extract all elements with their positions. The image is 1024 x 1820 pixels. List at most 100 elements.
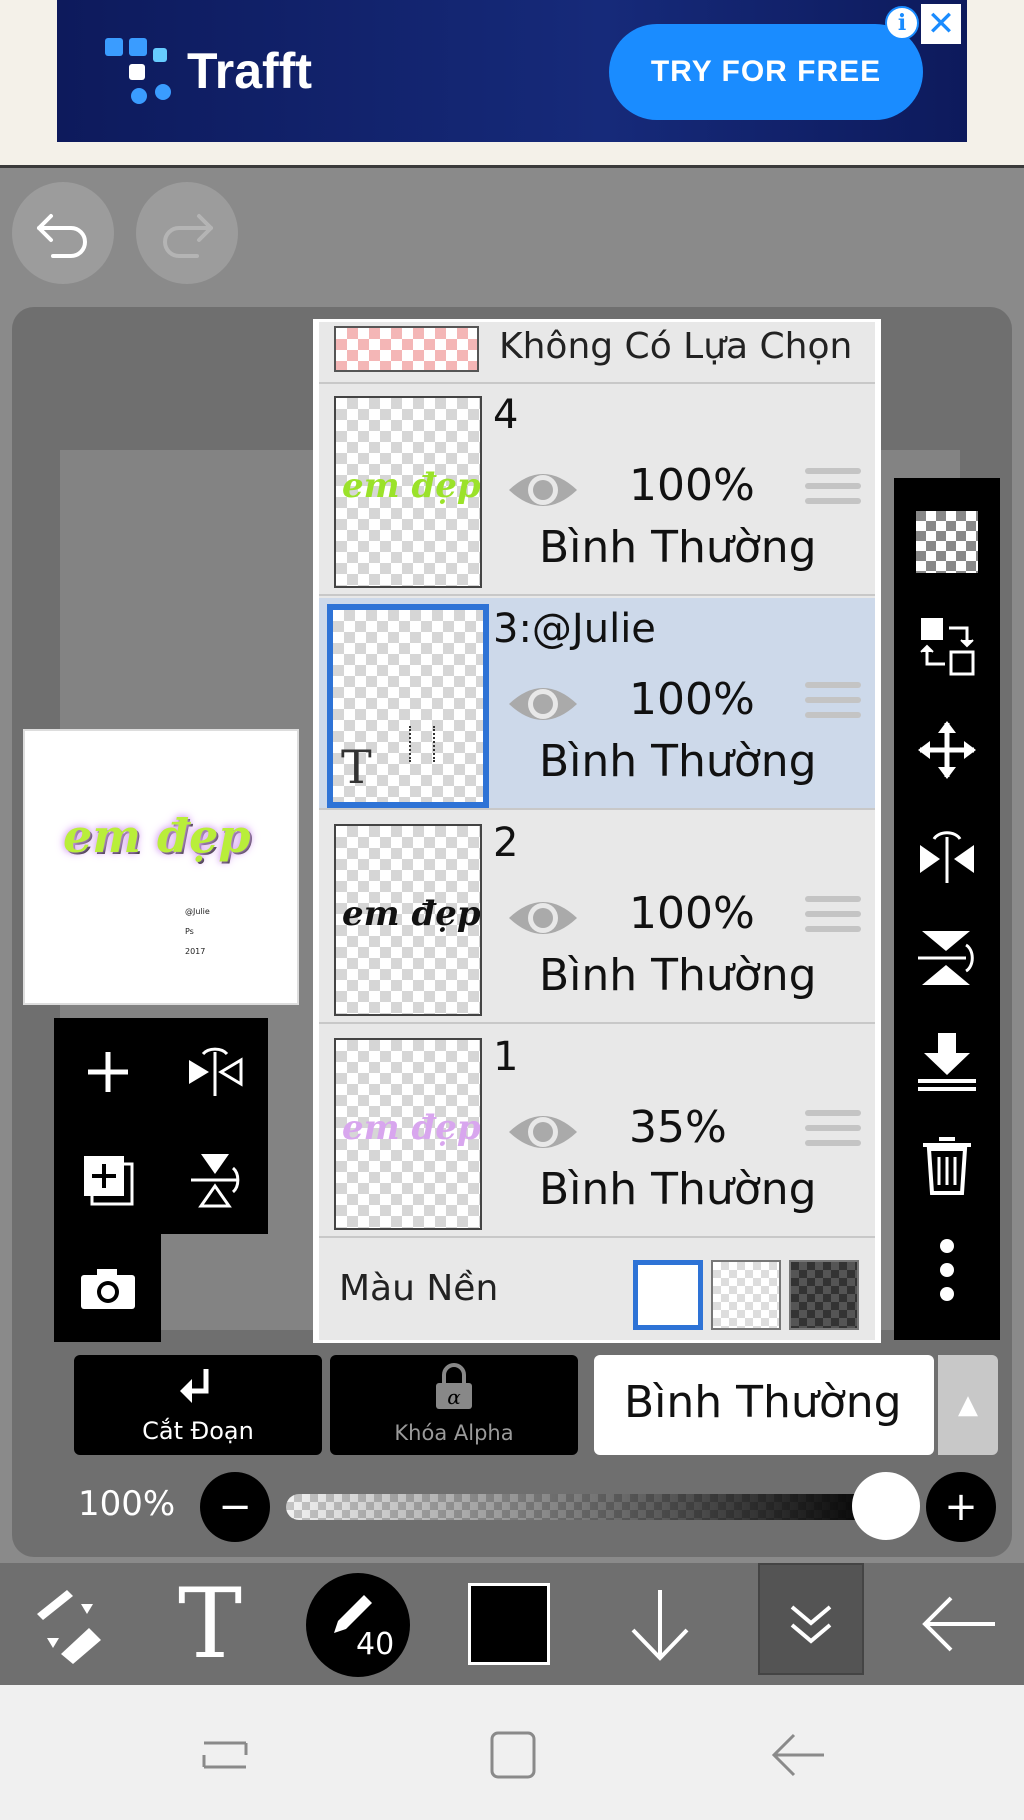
flip-vertical-button[interactable] bbox=[161, 1126, 268, 1234]
flip-vertical-right-button[interactable] bbox=[894, 906, 1000, 1010]
text-layer-icon: T bbox=[341, 740, 372, 794]
blend-mode-dropdown-button[interactable]: ▲ bbox=[938, 1355, 998, 1455]
eye-icon[interactable] bbox=[505, 462, 581, 518]
layer-blend-mode: Bình Thường bbox=[539, 950, 817, 1001]
opacity-slider[interactable] bbox=[286, 1494, 886, 1520]
redo-icon bbox=[163, 214, 213, 258]
ad-brand: Trafft bbox=[187, 43, 312, 99]
clipping-button[interactable]: Cắt Đoạn bbox=[74, 1355, 322, 1455]
eye-icon[interactable] bbox=[505, 890, 581, 946]
layer-opacity: 35% bbox=[629, 1102, 727, 1153]
current-color-swatch[interactable] bbox=[468, 1583, 550, 1665]
flip-vertical-icon bbox=[918, 931, 974, 985]
download-button[interactable] bbox=[605, 1563, 715, 1685]
opacity-decrease-button[interactable]: − bbox=[200, 1472, 270, 1542]
layer-name: 1 bbox=[493, 1034, 519, 1080]
camera-button[interactable] bbox=[54, 1234, 161, 1342]
opacity-increase-button[interactable]: + bbox=[926, 1472, 996, 1542]
layer-row[interactable]: T 3:@Julie 100% Bình Thường bbox=[319, 598, 875, 810]
drag-handle-icon[interactable] bbox=[805, 682, 861, 727]
undo-button[interactable] bbox=[12, 182, 114, 284]
blend-mode-value: Bình Thường bbox=[624, 1377, 902, 1428]
layer-row[interactable]: em đẹp 2 100% Bình Thường bbox=[319, 812, 875, 1024]
layer-name: 4 bbox=[493, 392, 519, 438]
layer-name: 3:@Julie bbox=[493, 606, 656, 652]
preview-title: em đẹp bbox=[63, 809, 251, 863]
merge-down-button[interactable] bbox=[894, 1010, 1000, 1114]
flip-horizontal-right-button[interactable] bbox=[894, 802, 1000, 906]
plus-icon: + bbox=[944, 1484, 978, 1530]
back-button[interactable] bbox=[904, 1563, 1014, 1685]
system-back-icon bbox=[771, 1733, 824, 1777]
blend-mode-select[interactable]: Bình Thường bbox=[594, 1355, 934, 1455]
camera-icon bbox=[80, 1269, 135, 1309]
opacity-label: 100% bbox=[78, 1484, 176, 1524]
duplicate-layer-button[interactable] bbox=[54, 1126, 161, 1234]
layer-name: 2 bbox=[493, 820, 519, 866]
redo-button[interactable] bbox=[136, 182, 238, 284]
system-back-button[interactable] bbox=[754, 1715, 844, 1795]
selection-layer-row[interactable]: Không Có Lựa Chọn bbox=[319, 322, 875, 384]
layer-opacity: 100% bbox=[629, 460, 755, 511]
canvas-preview[interactable]: em đẹp @Julie Ps 2017 bbox=[23, 729, 299, 1005]
swap-icon bbox=[920, 618, 975, 676]
eye-icon[interactable] bbox=[505, 1104, 581, 1160]
layer-thumbnail: em đẹp bbox=[334, 396, 482, 588]
arrow-left-icon bbox=[922, 1596, 995, 1652]
new-transparent-layer-button[interactable] bbox=[894, 490, 1000, 594]
layer-row[interactable]: em đẹp 4 100% Bình Thường bbox=[319, 384, 875, 596]
home-icon bbox=[490, 1731, 536, 1779]
clipping-arrow-icon bbox=[180, 1369, 209, 1403]
flip-horizontal-icon bbox=[188, 1047, 242, 1096]
ad-banner[interactable]: Trafft TRY FOR FREE i ✕ bbox=[57, 0, 967, 142]
layer-blend-mode: Bình Thường bbox=[539, 522, 817, 573]
drag-handle-icon[interactable] bbox=[805, 1110, 861, 1155]
right-tool-panel bbox=[894, 478, 1000, 1340]
background-dark-swatch[interactable] bbox=[789, 1260, 859, 1330]
drag-handle-icon[interactable] bbox=[805, 896, 861, 941]
layer-opacity-row: 100% − + bbox=[0, 1468, 1024, 1548]
layer-thumbnail-text: em đẹp bbox=[342, 466, 481, 506]
duplicate-icon bbox=[83, 1156, 133, 1206]
layer-row[interactable]: em đẹp 1 35% Bình Thường bbox=[319, 1026, 875, 1238]
layer-panel-toggle-button[interactable] bbox=[758, 1563, 864, 1675]
recents-button[interactable] bbox=[180, 1715, 270, 1795]
plus-icon bbox=[87, 1052, 128, 1092]
delete-layer-button[interactable] bbox=[894, 1114, 1000, 1218]
layers-panel: Không Có Lựa Chọn em đẹp 4 100% Bình Thư… bbox=[313, 319, 881, 1343]
move-button[interactable] bbox=[894, 698, 1000, 802]
trash-icon bbox=[923, 1137, 971, 1195]
chevron-double-down-icon bbox=[790, 1605, 832, 1644]
flip-horizontal-button[interactable] bbox=[161, 1018, 268, 1126]
alpha-lock-button[interactable]: α Khóa Alpha bbox=[330, 1355, 578, 1455]
left-tool-panel bbox=[54, 1018, 268, 1234]
recents-icon bbox=[202, 1741, 248, 1769]
home-button[interactable] bbox=[468, 1715, 558, 1795]
text-tool-button[interactable]: T bbox=[155, 1563, 265, 1685]
svg-text:α: α bbox=[447, 1385, 461, 1409]
tool-select-button[interactable] bbox=[12, 1563, 122, 1685]
eye-icon[interactable] bbox=[505, 676, 581, 732]
background-transparent-swatch[interactable] bbox=[711, 1260, 781, 1330]
ad-close-icon[interactable]: ✕ bbox=[921, 4, 961, 44]
layer-thumbnail: T bbox=[327, 604, 489, 808]
swap-layer-button[interactable] bbox=[894, 594, 1000, 698]
thumb-small-text bbox=[409, 726, 435, 762]
merge-down-icon bbox=[918, 1033, 976, 1091]
alpha-lock-label: Khóa Alpha bbox=[394, 1421, 514, 1445]
more-options-button[interactable] bbox=[894, 1218, 1000, 1322]
background-white-swatch[interactable] bbox=[633, 1260, 703, 1330]
background-color-row: Màu Nền bbox=[319, 1240, 875, 1340]
triangle-up-icon: ▲ bbox=[958, 1390, 978, 1420]
drag-handle-icon[interactable] bbox=[805, 468, 861, 513]
add-layer-button[interactable] bbox=[54, 1018, 161, 1126]
pen-eraser-swap-icon bbox=[37, 1590, 101, 1664]
ad-info-icon[interactable]: i bbox=[885, 6, 919, 40]
move-icon bbox=[918, 721, 976, 779]
ad-cta-button[interactable]: TRY FOR FREE bbox=[609, 24, 923, 120]
clipping-label: Cắt Đoạn bbox=[142, 1417, 254, 1445]
opacity-slider-thumb[interactable] bbox=[852, 1472, 920, 1540]
layer-opacity: 100% bbox=[629, 888, 755, 939]
selection-thumbnail bbox=[334, 326, 479, 372]
main-toolbar: T 40 bbox=[0, 1563, 1024, 1685]
